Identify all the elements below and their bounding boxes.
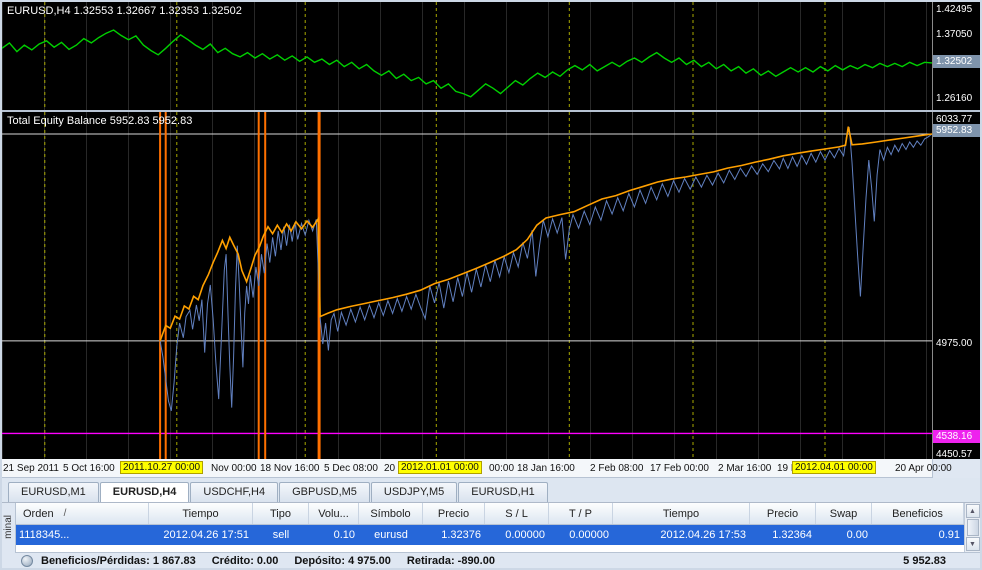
column-header-6[interactable]: S / L (485, 503, 549, 524)
connection-status-icon (21, 555, 33, 567)
order-row[interactable]: 1118345...2012.04.26 17:51sell0.10eurusd… (15, 525, 964, 545)
price-scale-label: 1.26160 (933, 92, 980, 105)
time-axis-label: 2012.04.01 00:00 (792, 461, 876, 474)
order-cell-6: 0.00000 (485, 525, 549, 545)
series-eurusd-close (2, 30, 932, 97)
status-summary: Beneficios/Pérdidas: 1 867.83 Crédito: 0.… (41, 555, 511, 567)
column-header-0[interactable]: Orden/ (15, 503, 149, 524)
time-axis-label: 18 Jan 16:00 (517, 463, 575, 474)
time-axis-label: 5 Oct 16:00 (63, 463, 115, 474)
price-scale-label: 1.32502 (933, 55, 980, 68)
column-header-2[interactable]: Tipo (253, 503, 309, 524)
order-cell-11: 0.91 (872, 525, 964, 545)
chart-tab-gbpusd-m5[interactable]: GBPUSD,M5 (279, 482, 370, 502)
chart-tab-bar: EURUSD,M1EURUSD,H4USDCHF,H4GBPUSD,M5USDJ… (2, 478, 980, 503)
column-header-10[interactable]: Swap (816, 503, 872, 524)
mt4-window: EURUSD,H4 1.32553 1.32667 1.32353 1.3250… (0, 0, 982, 570)
price-chart-title: EURUSD,H4 1.32553 1.32667 1.32353 1.3250… (7, 5, 242, 17)
order-cell-9: 1.32364 (750, 525, 816, 545)
status-bar: Beneficios/Pérdidas: 1 867.83 Crédito: 0.… (15, 552, 980, 568)
time-axis-label: 2012.01.01 00:00 (398, 461, 482, 474)
price-scale-label: 5952.83 (933, 124, 980, 137)
order-cell-3: 0.10 (309, 525, 359, 545)
account-total: 5 952.83 (903, 555, 946, 567)
series-balance (160, 127, 932, 341)
price-scale[interactable]: 1.424951.370501.325021.261606033.775952.… (932, 2, 980, 459)
order-cell-1: 2012.04.26 17:51 (149, 525, 253, 545)
status-segment: Retirada: -890.00 (407, 555, 495, 567)
chart-tab-usdchf-h4[interactable]: USDCHF,H4 (190, 482, 278, 502)
column-header-4[interactable]: Símbolo (359, 503, 423, 524)
equity-chart-title: Total Equity Balance 5952.83 5952.83 (7, 115, 192, 127)
order-cell-8: 2012.04.26 17:53 (613, 525, 750, 545)
price-scale-label: 4538.16 (933, 430, 980, 443)
chart-region: EURUSD,H4 1.32553 1.32667 1.32353 1.3250… (2, 2, 980, 459)
orders-table-header: Orden/TiempoTipoVolu...SímboloPrecioS / … (15, 503, 964, 525)
price-scale-label: 1.42495 (933, 3, 980, 16)
order-cell-4: eurusd (359, 525, 423, 545)
terminal-vertical-tab[interactable]: minal (2, 503, 16, 568)
status-segment: Depósito: 4 975.00 (294, 555, 391, 567)
price-scale-label: 4450.57 (933, 448, 980, 461)
time-axis[interactable]: 21 Sep 2011 5 Oct 16:00 2011.10.27 00:00 No… (2, 459, 980, 478)
scroll-down-icon[interactable]: ▼ (966, 537, 980, 551)
terminal-tab-label: minal (3, 515, 14, 539)
price-scale-label: 1.37050 (933, 28, 980, 41)
column-header-1[interactable]: Tiempo (149, 503, 253, 524)
time-axis-label: 20 Apr 00:00 (895, 463, 952, 474)
status-segment: Crédito: 0.00 (212, 555, 279, 567)
time-axis-label: 2 Feb 08:00 (590, 463, 643, 474)
time-axis-label: 18 Nov 16:00 (260, 463, 320, 474)
chart-tab-eurusd-m1[interactable]: EURUSD,M1 (8, 482, 99, 502)
scroll-thumb[interactable] (967, 519, 979, 536)
order-cell-10: 0.00 (816, 525, 872, 545)
price-chart-canvas[interactable] (2, 2, 932, 110)
status-segment: Beneficios/Pérdidas: 1 867.83 (41, 555, 196, 567)
time-axis-label: 21 Sep 2011 (3, 463, 59, 474)
chart-tab-eurusd-h1[interactable]: EURUSD,H1 (458, 482, 548, 502)
time-axis-label: 2 Mar 16:00 (718, 463, 771, 474)
column-header-5[interactable]: Precio (423, 503, 485, 524)
column-header-9[interactable]: Precio (750, 503, 816, 524)
chart-tab-usdjpy-m5[interactable]: USDJPY,M5 (371, 482, 457, 502)
column-header-8[interactable]: Tiempo (613, 503, 750, 524)
pane-splitter[interactable] (2, 110, 980, 112)
series-equity (160, 127, 932, 411)
time-axis-label: 2011.10.27 00:00 (120, 461, 203, 474)
time-axis-label: 5 Dec 08:00 (324, 463, 378, 474)
column-header-7[interactable]: T / P (549, 503, 613, 524)
order-cell-7: 0.00000 (549, 525, 613, 545)
order-cell-0: 1118345... (15, 525, 149, 545)
time-axis-label: Nov 00:00 (211, 463, 257, 474)
table-scrollbar[interactable]: ▲ ▼ (964, 503, 980, 552)
time-axis-label: 20 (384, 463, 395, 474)
price-scale-label: 4975.00 (933, 337, 980, 350)
order-cell-5: 1.32376 (423, 525, 485, 545)
time-axis-label: 17 Feb 00:00 (650, 463, 709, 474)
time-axis-label: 00:00 (489, 463, 514, 474)
chart-tab-eurusd-h4[interactable]: EURUSD,H4 (100, 482, 190, 502)
terminal-panel: minal Orden/TiempoTipoVolu...SímboloPrec… (2, 503, 980, 568)
equity-chart-canvas[interactable] (2, 112, 932, 459)
order-cell-2: sell (253, 525, 309, 545)
scroll-up-icon[interactable]: ▲ (966, 504, 980, 518)
column-header-11[interactable]: Beneficios (872, 503, 964, 524)
column-header-3[interactable]: Volu... (309, 503, 359, 524)
